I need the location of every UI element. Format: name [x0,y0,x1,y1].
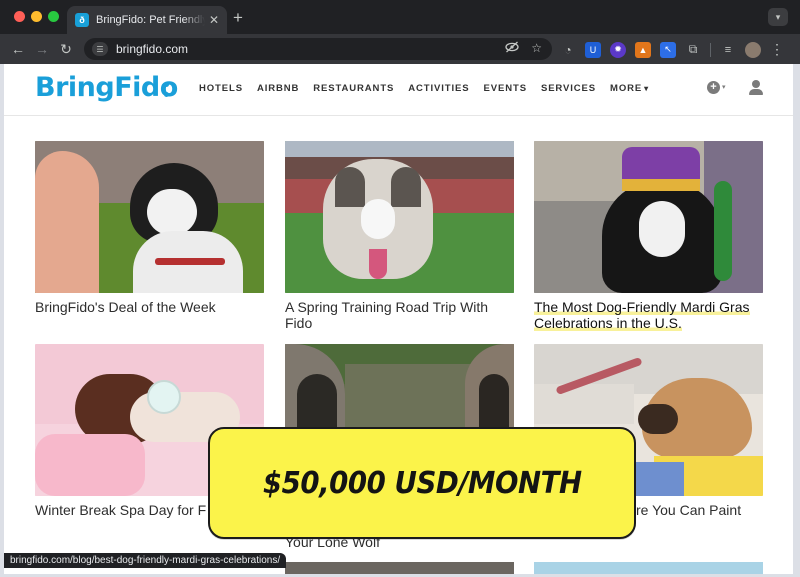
nav-more[interactable]: MORE ▾ [610,83,649,94]
chevron-down-icon: ▾ [644,84,650,93]
gear-extension-icon[interactable]: ✹ [610,41,626,58]
browser-window: ð BringFido: Pet Friendly Hotels ✕ + ▾ ←… [0,0,800,577]
nav-restaurants[interactable]: RESTAURANTS [313,83,394,94]
extension-icon[interactable]: ◔ [560,42,576,58]
nav-airbnb[interactable]: AIRBNB [257,83,299,94]
add-chevron-down-icon[interactable]: ▾ [722,83,726,91]
article-title-text: The Most Dog-Friendly Mardi Gras Celebra… [534,299,750,331]
main-nav: HOTELS AIRBNB RESTAURANTS ACTIVITIES EVE… [199,83,649,94]
logo-dots-icon [164,82,169,97]
article-thumbnail[interactable] [285,141,514,293]
article-title[interactable]: BringFido's Deal of the Week [35,299,267,315]
menu-kebab-icon[interactable]: ⋮ [770,41,784,58]
browser-tab[interactable]: ð BringFido: Pet Friendly Hotels ✕ [67,6,227,34]
back-arrow-icon[interactable]: ← [6,41,30,57]
fox-extension-icon[interactable]: ▲ [635,41,651,58]
puzzle-piece-icon[interactable]: ⧉ [685,42,701,58]
tab-search-chevron-icon[interactable]: ▾ [768,8,788,26]
article-title[interactable]: A Spring Training Road Trip With Fido [285,299,517,331]
article-thumbnail[interactable] [534,141,763,293]
bookmark-star-icon[interactable]: ☆ [531,41,542,56]
article-title[interactable]: re You Can Paint [636,502,793,518]
revenue-banner: $50,000 USD/MONTH [208,427,636,539]
next-row-thumbnail [534,562,763,574]
close-window-button[interactable] [14,11,25,22]
site-header: BringFido HOTELS AIRBNB RESTAURANTS ACTI… [4,64,793,116]
article-thumbnail[interactable] [35,141,264,293]
next-row-thumbnail [285,562,514,574]
close-tab-icon[interactable]: ✕ [209,13,219,27]
new-tab-icon[interactable]: + [233,8,243,28]
browser-toolbar: ← → ↻ ☰ bringfido.com ☆ ◔ U ✹ ▲ ↖ ⧉ ≡ ⋮ [0,34,800,64]
shield-extension-icon[interactable]: U [585,41,601,58]
address-bar[interactable]: ☰ bringfido.com ☆ [84,38,552,60]
eye-slash-icon[interactable] [505,41,519,56]
nav-more-label: MORE [610,83,643,94]
nav-activities[interactable]: ACTIVITIES [408,83,469,94]
media-controls-icon[interactable]: ≡ [720,42,736,58]
bringfido-favicon-icon: ð [75,13,89,27]
tab-strip: ð BringFido: Pet Friendly Hotels ✕ + ▾ [0,0,800,34]
tab-title: BringFido: Pet Friendly Hotels [96,14,205,26]
bringfido-logo[interactable]: BringFido [35,72,178,103]
banner-text: $50,000 USD/MONTH [262,465,582,501]
nav-hotels[interactable]: HOTELS [199,83,243,94]
link-status-bar: bringfido.com/blog/best-dog-friendly-mar… [4,553,287,568]
url-text: bringfido.com [116,42,189,56]
user-account-icon[interactable] [749,80,763,95]
nav-events[interactable]: EVENTS [484,83,527,94]
forward-arrow-icon[interactable]: → [30,41,54,57]
minimize-window-button[interactable] [31,11,42,22]
add-listing-icon[interactable]: + [707,81,720,94]
cursor-extension-icon[interactable]: ↖ [660,41,676,58]
article-title[interactable]: The Most Dog-Friendly Mardi Gras Celebra… [534,299,766,331]
toolbar-divider [710,42,711,57]
site-info-icon[interactable]: ☰ [92,42,108,56]
maximize-window-button[interactable] [48,11,59,22]
nav-services[interactable]: SERVICES [541,83,596,94]
reload-icon[interactable]: ↻ [54,41,78,58]
profile-avatar[interactable] [745,41,761,58]
extensions-area: ◔ U ✹ ▲ ↖ ⧉ ≡ ⋮ [560,41,784,58]
